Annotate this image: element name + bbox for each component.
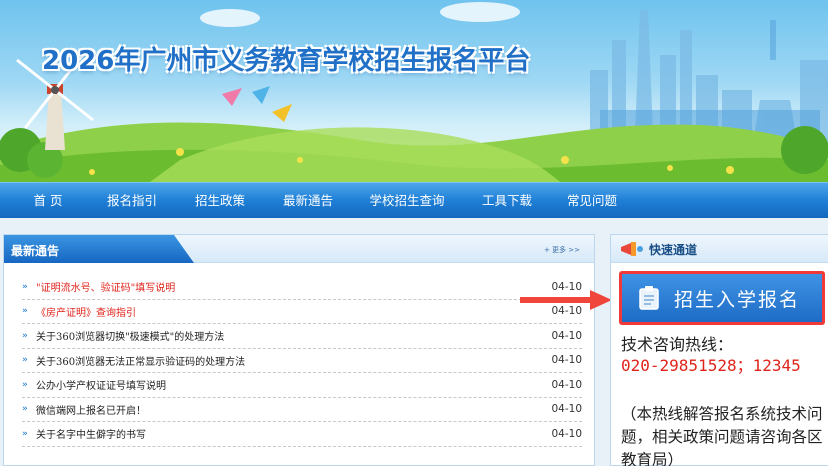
notice-row[interactable]: » 关于360浏览器无法正常显示验证码的处理方法 04-10 [22,349,582,373]
pointer-arrow-icon [520,290,612,310]
latest-notices-heading: 最新通告 [11,244,60,258]
notice-row[interactable]: » 关于360浏览器切换"极速模式"的处理方法 04-10 [22,324,582,349]
notice-title[interactable]: 微信端网上报名已开启！ [36,402,146,417]
enroll-button-label: 招生入学报名 [674,289,801,311]
double-chevron-icon: » [22,306,28,317]
notice-date: 04-10 [551,427,582,440]
header-banner: 2026年广州市义务教育学校招生报名平台 [0,0,828,182]
notice-row[interactable]: » 微信端网上报名已开启！ 04-10 [22,398,582,422]
notice-title[interactable]: 关于360浏览器无法正常显示验证码的处理方法 [36,353,245,368]
quick-access-heading: 快速通道 [649,243,698,257]
document-icon [639,286,659,310]
double-chevron-icon: » [22,404,28,415]
nav-item-2[interactable]: 招生政策 [176,183,264,219]
megaphone-icon [621,242,643,256]
quick-access-panel: 快速通道 招生入学报名 技术咨询热线： 020-29851528；12345 （… [610,234,828,466]
more-link[interactable]: + 更多 >> [544,245,580,255]
hotline-note: （本热线解答报名系统技术问题，相关政策问题请咨询各区教育局） [621,405,823,466]
notice-date: 04-10 [551,354,582,367]
notice-title[interactable]: 《房产证明》查询指引 [36,304,136,319]
banner-illustration [0,2,828,182]
notice-date: 04-10 [551,403,582,416]
notice-title[interactable]: 关于名字中生僻字的书写 [36,426,146,441]
hotline-label: 技术咨询热线： [621,335,734,354]
notice-row[interactable]: » 关于名字中生僻字的书写 04-10 [22,422,582,447]
quick-access-header: 快速通道 [611,235,828,263]
enroll-button[interactable]: 招生入学报名 [619,271,825,325]
double-chevron-icon: » [22,355,28,366]
notice-title[interactable]: 关于360浏览器切换"极速模式"的处理方法 [36,328,224,343]
double-chevron-icon: » [22,428,28,439]
double-chevron-icon: » [22,330,28,341]
nav-item-0[interactable]: 首 页 [8,183,88,219]
hotline-number: 020-29851528；12345 [621,356,801,375]
nav-item-4[interactable]: 学校招生查询 [352,183,462,219]
main-nav: 首 页报名指引 招生政策 最新通告 学校招生查询 工具下载 常见问题 [0,182,828,218]
notice-row[interactable]: » "证明流水号、验证码"填写说明 04-10 [22,275,582,300]
notice-row[interactable]: » 公办小学产权证证号填写说明 04-10 [22,373,582,398]
double-chevron-icon: » [22,379,28,390]
notice-title[interactable]: 公办小学产权证证号填写说明 [36,377,166,392]
notice-list: » "证明流水号、验证码"填写说明 04-10 » 《房产证明》查询指引 04-10 » 关于… [22,275,582,447]
notice-date: 04-10 [551,329,582,342]
latest-notices-header: 最新通告 + 更多 >> [4,235,594,263]
nav-item-3[interactable]: 最新通告 [264,183,352,219]
nav-item-1[interactable]: 报名指引 [88,183,176,219]
latest-notices-tab: 最新通告 [4,235,194,263]
double-chevron-icon: » [22,281,28,292]
latest-notices-panel: 最新通告 + 更多 >> » "证明流水号、验证码"填写说明 04-10 » 《房产证明… [3,234,595,466]
notice-title[interactable]: "证明流水号、验证码"填写说明 [36,279,175,294]
notice-date: 04-10 [551,378,582,391]
nav-item-5[interactable]: 工具下载 [462,183,552,219]
site-title: 2026年广州市义务教育学校招生报名平台 [42,46,531,76]
nav-item-6[interactable]: 常见问题 [552,183,632,219]
notice-row[interactable]: » 《房产证明》查询指引 04-10 [22,300,582,324]
